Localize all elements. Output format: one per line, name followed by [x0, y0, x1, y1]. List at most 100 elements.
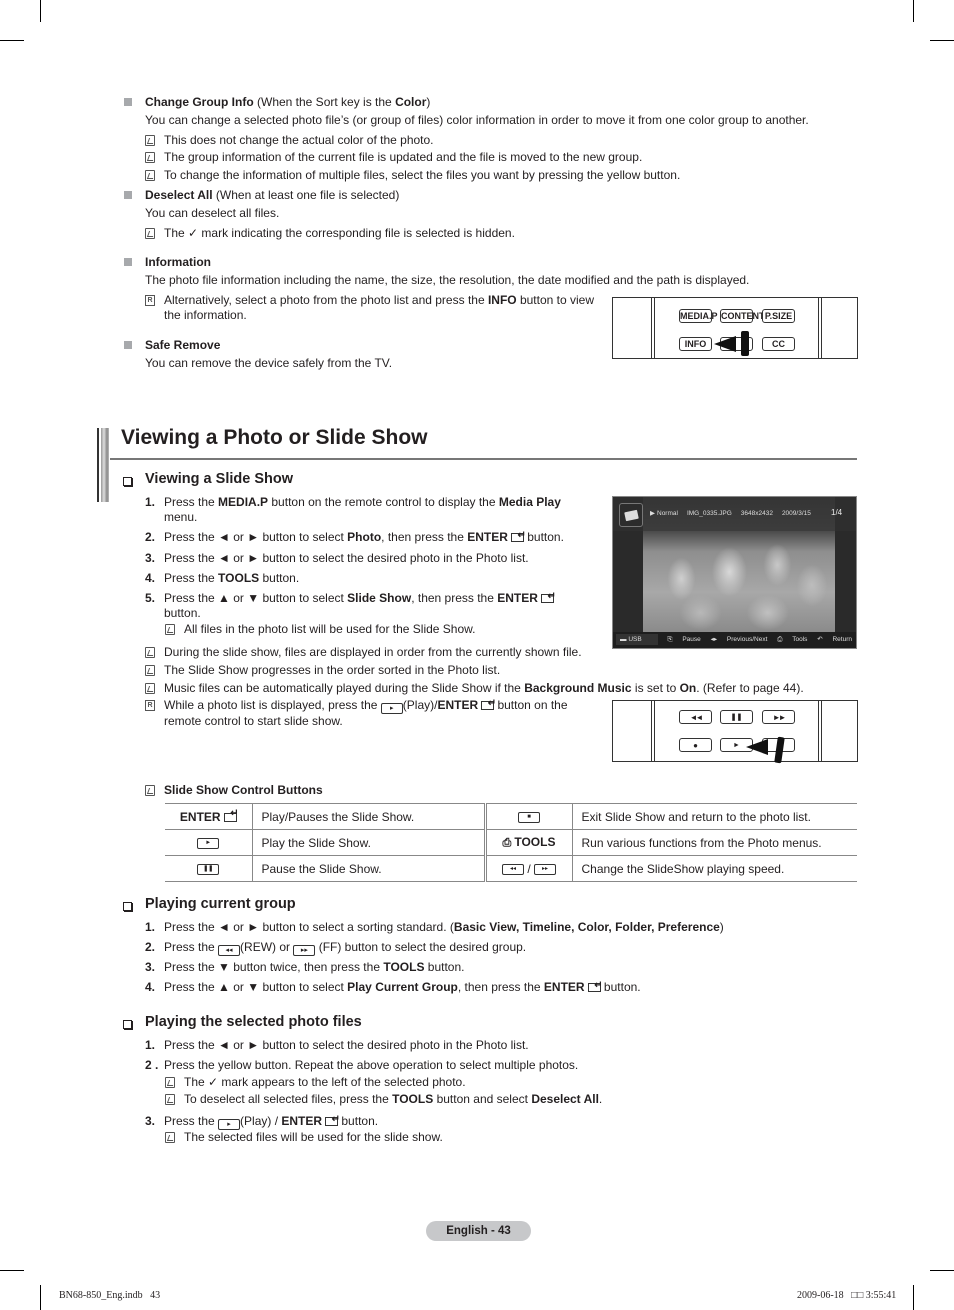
tv-counter: 1/4	[831, 508, 843, 517]
hint-prev-next: ◂▸ Previous/Next	[710, 636, 768, 643]
safe-remove-title: Safe Remove	[145, 338, 221, 352]
enter-icon	[223, 808, 239, 822]
note-icon	[165, 1132, 175, 1143]
remote-note-icon: R	[145, 700, 155, 711]
rewind-key-icon: ◂◂	[501, 863, 524, 875]
crop-mark	[0, 1270, 24, 1271]
fast-forward-key-icon: ▸▸	[534, 863, 556, 875]
remote-button-fast-forward: ►►	[762, 710, 795, 724]
checkbox-bullet-icon	[123, 902, 132, 911]
note-icon	[145, 665, 155, 676]
bullet	[124, 98, 132, 106]
rewind-key-icon: ◂◂	[218, 945, 241, 956]
key-rew-ff: ◂◂ / ▸▸	[485, 855, 573, 882]
play-state-icon: ▶	[650, 510, 655, 517]
note-icon	[145, 170, 155, 181]
bullet	[124, 341, 132, 349]
key-tools: ⎙ TOOLS	[485, 829, 573, 856]
photo-folder-icon	[619, 503, 643, 527]
footer-file-name: BN68-850_Eng.indb 43	[59, 1290, 161, 1301]
crop-mark	[913, 0, 914, 22]
enter-icon	[481, 696, 496, 711]
checkmark-icon: ✓	[188, 226, 199, 240]
enter-icon	[540, 589, 556, 604]
note-text: The Slide Show progresses in the order s…	[164, 663, 501, 677]
enter-icon	[587, 978, 603, 993]
crop-mark	[930, 40, 954, 41]
page-number-badge: English - 43	[426, 1221, 531, 1241]
safe-remove-description: You can remove the device safely from th…	[145, 356, 393, 370]
remote-edge	[651, 298, 655, 358]
information-description: The photo file information including the…	[145, 273, 750, 287]
key-description: Change the SlideShow playing speed.	[572, 855, 857, 882]
checkbox-bullet-icon	[123, 477, 132, 486]
stop-key-icon: ■	[518, 811, 540, 823]
remote-illustration-info: MEDIA.P CONTENT P.SIZE INFO CC	[612, 297, 858, 359]
hint-return: ↶ Return	[817, 636, 852, 643]
table-row: ENTER Play/Pauses the Slide Show. ■ Exit…	[165, 803, 857, 830]
note-text: To change the information of multiple fi…	[164, 168, 681, 182]
pointer-finger-icon	[741, 331, 749, 356]
selected-step-2: 2 . Press the yellow button. Repeat the a…	[145, 1058, 579, 1072]
control-buttons-table: ENTER Play/Pauses the Slide Show. ■ Exit…	[165, 803, 857, 882]
selected-note-3: The selected files will be used for the …	[184, 1130, 443, 1144]
subsection-heading-slide-show: Viewing a Slide Show	[145, 471, 293, 487]
key-play: ►	[165, 829, 253, 856]
remote-edge	[818, 298, 822, 358]
pause-key-icon: ❚❚	[197, 863, 220, 875]
change-group-info-description: You can change a selected photo file’s (…	[145, 113, 809, 127]
change-group-info-title: Change Group Info (When the Sort key is …	[145, 95, 431, 109]
section-divider	[110, 458, 857, 460]
note-icon	[165, 624, 175, 635]
group-step-1: 1. Press the ◄ or ► button to select a so…	[145, 920, 724, 934]
note-text: During the slide show, files are display…	[164, 645, 582, 659]
enter-icon	[510, 528, 526, 543]
step-1: 1. Press the MEDIA.P button on the remote…	[145, 495, 561, 509]
table-row: ❚❚ Pause the Slide Show. ◂◂ / ▸▸ Change …	[165, 855, 857, 882]
key-stop: ■	[485, 803, 573, 830]
key-description: Run various functions from the Photo men…	[572, 829, 857, 856]
play-key-icon: ▸	[380, 703, 403, 714]
deselect-all-title: Deselect All (When at least one file is …	[145, 188, 400, 202]
music-note: Music files can be automatically played …	[164, 681, 804, 695]
deselect-all-description: You can deselect all files.	[145, 206, 280, 220]
selected-step-1: 1. Press the ◄ or ► button to select the …	[145, 1038, 529, 1052]
note-icon	[145, 647, 155, 658]
remote-note-icon: R	[145, 295, 155, 306]
table-row: ► Play the Slide Show. ⎙ TOOLS Run vario…	[165, 829, 857, 856]
selected-note-1: The ✓ mark appears to the left of the se…	[184, 1075, 466, 1089]
tv-slide-show-screenshot: ▶ Normal IMG_0335.JPG 3648x2432 2009/3/15 1/…	[612, 496, 857, 649]
group-step-4: 4. Press the ▲ or ▼ button to select Play…	[145, 978, 641, 995]
subsection-heading-current-group: Playing current group	[145, 896, 296, 912]
step-4: 4. Press the TOOLS button.	[145, 571, 300, 585]
key-pause: ❚❚	[165, 855, 253, 882]
remote-button-record: ●	[679, 738, 712, 752]
fast-forward-key-icon: ▸▸	[293, 945, 316, 956]
selected-note-2: To deselect all selected files, press th…	[184, 1092, 603, 1106]
tv-hints: ⎘ Pause ◂▸ Previous/Next ⎙ Tools ↶ Retur…	[659, 635, 852, 644]
information-title: Information	[145, 255, 211, 269]
note-icon	[145, 152, 155, 163]
group-step-3: 3. Press the ▼ button twice, then press t…	[145, 960, 465, 974]
step-2: 2. Press the ◄ or ► button to select Phot…	[145, 528, 564, 545]
remote-button-info: INFO	[679, 337, 712, 351]
remote-button-rewind: ◄◄	[679, 710, 712, 724]
key-description: Exit Slide Show and return to the photo …	[572, 803, 857, 830]
checkbox-bullet-icon	[123, 1020, 132, 1029]
step-1-line2: menu.	[164, 510, 198, 524]
key-description: Play the Slide Show.	[252, 829, 487, 856]
footer-timestamp: 2009-06-18 □□ 3:55:41	[797, 1290, 897, 1301]
crop-mark	[930, 1270, 954, 1271]
step-5-line2: button.	[164, 606, 201, 620]
section-marker-bar	[97, 428, 109, 502]
pointer-arrow-icon	[714, 336, 736, 352]
crop-mark	[0, 40, 24, 41]
enter-icon	[325, 1112, 340, 1127]
checkmark-icon: ✓	[208, 1075, 219, 1089]
remote-play-note-line2: remote control to start slide show.	[164, 714, 343, 728]
group-step-2: 2. Press the ◂◂ (REW) or ▸▸ (FF) button to…	[145, 940, 527, 956]
tv-status-bar: ▬ USB ⎘ Pause ◂▸ Previous/Next ⎙ Tools ↶…	[613, 632, 856, 648]
note-icon	[165, 1077, 175, 1088]
key-description: Play/Pauses the Slide Show.	[252, 803, 487, 830]
crop-mark	[40, 1285, 41, 1310]
